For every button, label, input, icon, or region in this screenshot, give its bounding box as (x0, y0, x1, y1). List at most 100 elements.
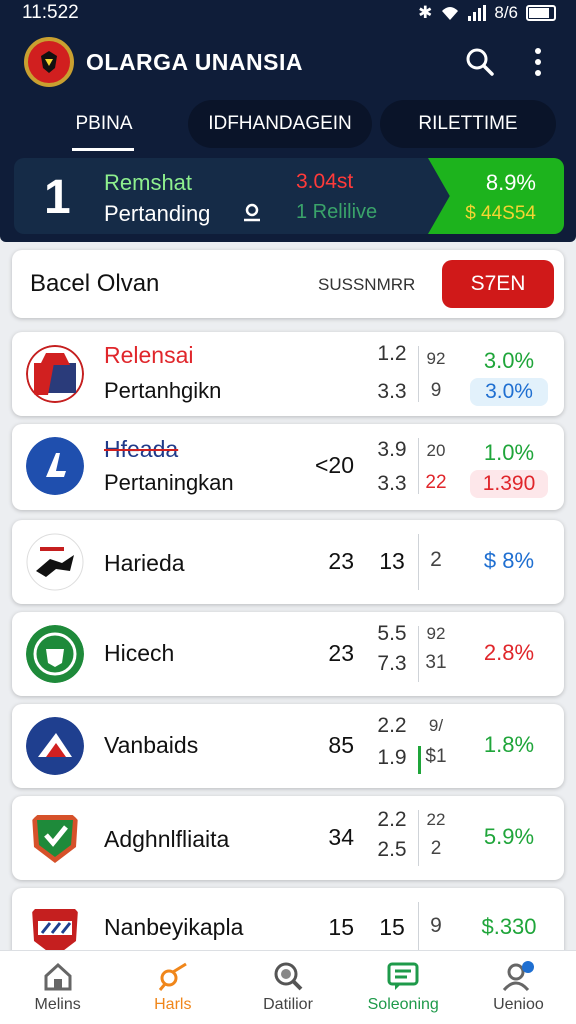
team-row[interactable]: Hicech 23 5.5 7.3 92 31 2.8% (12, 612, 564, 696)
nav-harls[interactable]: Harls (115, 951, 230, 1024)
filter-subtitle: SUSSNMRR (318, 275, 416, 294)
stat-a1: 1.2 (377, 342, 407, 365)
search-icon (274, 962, 303, 991)
stat-a1: 15 (379, 914, 405, 940)
tab-bar: PBINA IDFHANDAGEIN RILETTIME (0, 100, 576, 151)
message-icon (387, 962, 419, 990)
battery-icon (526, 5, 556, 21)
stat-b2: 31 (425, 652, 447, 673)
team-name: Vanbaids (104, 732, 199, 758)
change-percent: 1.0% (483, 440, 535, 465)
status-time: 11:522 (22, 2, 79, 23)
search-icon (466, 48, 494, 76)
nav-label: Datilior (263, 996, 313, 1013)
divider (418, 626, 419, 682)
filter-button[interactable]: S7EN (442, 260, 554, 308)
team-row[interactable]: Adghnlfliaita 34 2.2 2.5 22 2 5.9% (12, 796, 564, 880)
change-percent: 2.8% (483, 640, 535, 665)
green-shield-crest-icon (26, 625, 84, 683)
crest-icon (41, 51, 57, 73)
filter-bar: Bacel Olvan SUSSNMRR S7EN (12, 250, 564, 318)
app-bar: OLARGA UNANSIA (0, 34, 576, 90)
nav-label: Soleoning (367, 996, 439, 1013)
team-row[interactable]: Vanbaids 85 2.2 1.9 9/ $1 1.8% (12, 704, 564, 788)
nav-datilior[interactable]: Datilior (230, 951, 345, 1024)
summary-title: Remshat (104, 170, 193, 195)
team-row[interactable]: Harieda 23 13 2 $ 8% (12, 520, 564, 604)
status-icons: ✱ 8/6 (418, 3, 556, 23)
stat-b1: 92 (426, 624, 446, 643)
divider (418, 346, 419, 402)
stat-a2: 3.3 (377, 472, 407, 495)
stat-b2: $1 (425, 746, 447, 767)
change-badge: 3.0% (470, 378, 548, 406)
summary-value: 3.04st (296, 170, 354, 193)
wifi-icon (442, 7, 459, 20)
bottom-navigation: Melins Harls Datilior Soleoning Uenioo (0, 950, 576, 1024)
team-row[interactable]: Relensai Pertanhgikn 1.2 3.3 92 9 3.0% 3… (12, 332, 564, 416)
app-logo (24, 37, 74, 87)
summary-change-amount: $ 44S54 (465, 203, 536, 224)
team-subtitle: Pertanhgikn (104, 378, 222, 403)
more-vertical-icon (535, 48, 541, 76)
more-menu-button[interactable] (520, 44, 556, 80)
stat-a2: 3.3 (377, 380, 407, 403)
bluetooth-icon: ✱ (418, 3, 433, 22)
stat-b2: 2 (430, 838, 442, 859)
divider (418, 534, 419, 590)
app-title: OLARGA UNANSIA (86, 48, 303, 75)
change-percent: $ 8% (483, 548, 535, 573)
team-score: 23 (328, 640, 354, 666)
tab-pbina[interactable]: PBINA (72, 100, 136, 151)
change-percent: 1.8% (483, 732, 535, 757)
trend-bar (418, 746, 421, 774)
red-eagle-crest-icon (26, 345, 84, 403)
black-bird-crest-icon (26, 533, 84, 591)
signal-icon (468, 5, 487, 21)
team-name: Harieda (104, 550, 185, 576)
change-percent: 5.9% (483, 824, 535, 849)
nav-melins[interactable]: Melins (0, 951, 115, 1024)
stat-a2: 1.9 (377, 746, 407, 769)
search-button[interactable] (462, 44, 498, 80)
stat-a1: 3.9 (377, 438, 407, 461)
divider (418, 810, 419, 866)
team-name: Nanbeyikapla (104, 914, 244, 940)
blue-letter-crest-icon (26, 437, 84, 495)
team-name: Relensai (104, 342, 194, 368)
filter-title: Bacel Olvan (30, 270, 160, 297)
stat-b1: 92 (426, 349, 446, 368)
stat-a1: 13 (379, 548, 405, 574)
stat-b1: 9 (430, 914, 442, 937)
stat-b1: 9/ (428, 716, 444, 735)
team-score: 15 (328, 914, 354, 940)
tab-idfhandagein[interactable]: IDFHANDAGEIN (188, 100, 372, 148)
summary-card[interactable]: 1 Remshat Pertanding 3.04st 1 Relilive 8… (14, 158, 564, 234)
battery-percent: 8/6 (494, 3, 518, 22)
stat-a1: 2.2 (377, 808, 407, 831)
whistle-icon (244, 203, 260, 222)
summary-subtitle: Pertanding (104, 201, 211, 226)
stat-b1: 22 (426, 810, 446, 829)
change-percent: 3.0% (483, 348, 535, 373)
status-bar: 11:522 ✱ 8/6 (0, 0, 576, 26)
tab-riletime[interactable]: RILETTIME (380, 100, 556, 148)
stat-b2: 22 (425, 472, 447, 493)
whistle-icon (158, 962, 187, 991)
header: 11:522 ✱ 8/6 OLARGA UNANSIA PBINA IDFHAN… (0, 0, 576, 242)
team-row[interactable]: Hfeada Pertaningkan <20 3.9 3.3 20 22 1.… (12, 424, 564, 510)
green-check-crest-icon (26, 809, 84, 867)
team-score: 34 (328, 824, 354, 850)
nav-uenioo[interactable]: Uenioo (461, 951, 576, 1024)
team-score: 23 (328, 548, 354, 574)
stat-b1: 20 (426, 441, 446, 460)
nav-soleoning[interactable]: Soleoning (346, 951, 461, 1024)
profile-icon (503, 961, 535, 992)
stat-a2: 7.3 (377, 652, 407, 675)
stat-a1: 5.5 (377, 622, 407, 645)
team-score: 85 (328, 732, 354, 758)
team-subtitle: Pertaningkan (104, 470, 234, 495)
screen: 11:522 ✱ 8/6 OLARGA UNANSIA PBINA IDFHAN… (0, 0, 576, 1024)
nav-label: Uenioo (493, 996, 544, 1013)
stat-b2: 9 (430, 380, 442, 401)
